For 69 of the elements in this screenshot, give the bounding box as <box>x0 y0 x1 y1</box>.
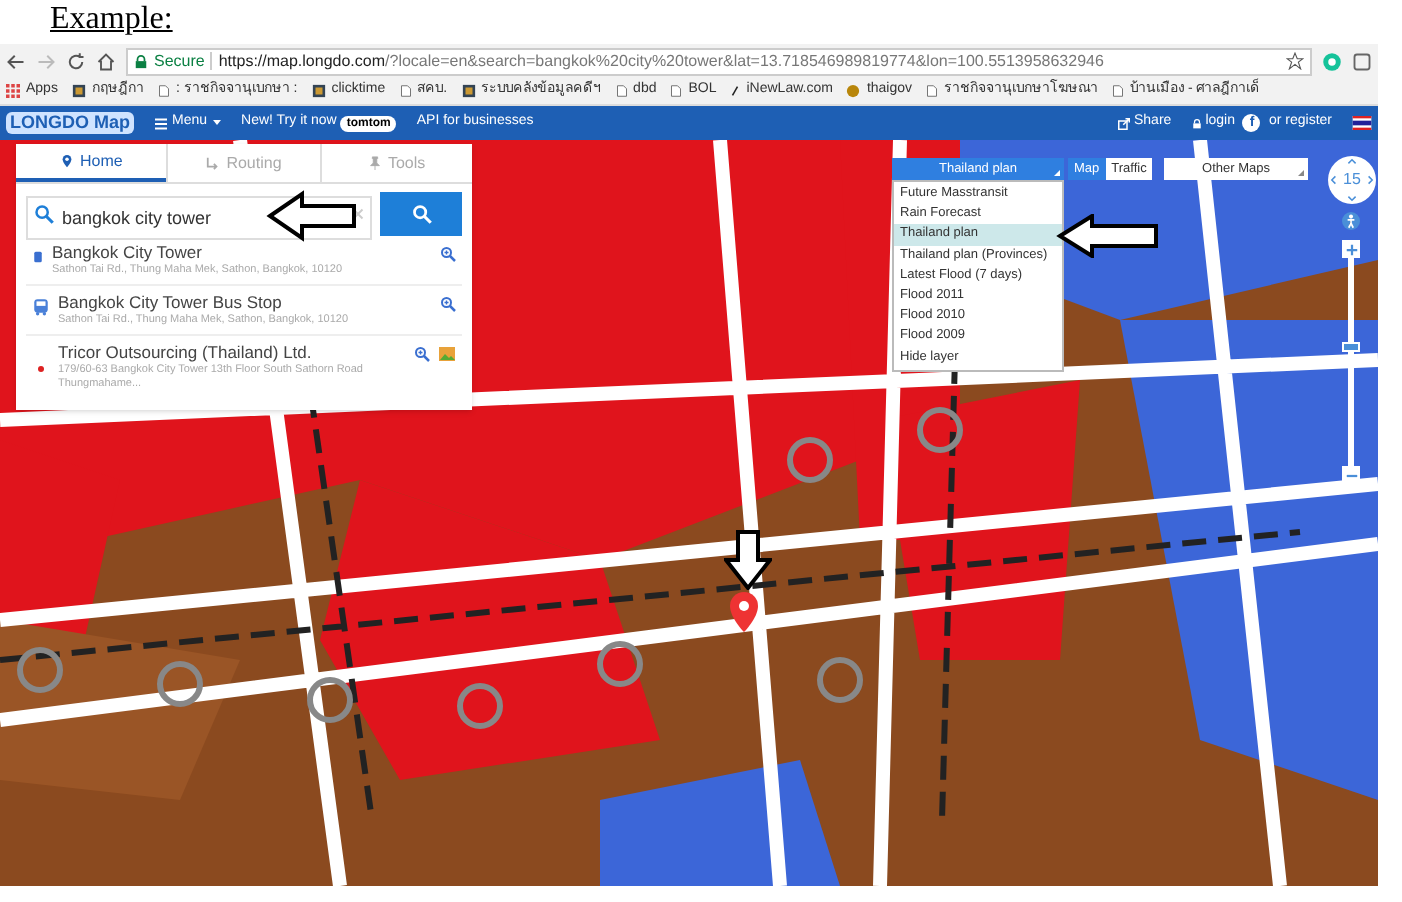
down-arrow-icon <box>724 530 772 590</box>
site-logo-icon <box>71 84 86 98</box>
apps-grid-icon <box>6 84 20 98</box>
lock-icon <box>134 53 148 69</box>
zoom-in-button[interactable] <box>1342 240 1360 258</box>
chevron-down-icon <box>1346 196 1358 202</box>
site-logo[interactable]: LONGDO Map <box>6 112 134 134</box>
circle-outline <box>917 407 963 453</box>
menu-icon <box>154 117 168 129</box>
flag-icon[interactable] <box>1352 116 1372 130</box>
page-icon <box>670 84 683 98</box>
caret-icon <box>211 119 222 127</box>
chevron-right-icon <box>1368 174 1374 186</box>
slider-thumb[interactable] <box>1342 341 1360 352</box>
plus-icon <box>1345 243 1357 255</box>
search-icon <box>34 204 54 224</box>
page-icon <box>926 84 939 98</box>
circle-outline <box>787 437 833 483</box>
circle-outline <box>817 657 863 703</box>
left-arrow-icon <box>266 190 358 242</box>
address-field[interactable]: Secure https://map.longdo.com/?locale=en&search=bangkok%20city%20tower&lat=13.718546989819774&lon=100.5513958632946 <box>126 47 1312 75</box>
slash-icon <box>730 84 741 98</box>
chevron-left-icon <box>1330 174 1336 186</box>
circle-outline <box>157 661 203 707</box>
dot-icon <box>38 366 44 372</box>
site-logo-icon <box>311 84 326 98</box>
zoom-slider[interactable] <box>1348 258 1354 466</box>
zoom-in-icon[interactable] <box>440 296 456 312</box>
building-icon <box>32 248 44 266</box>
lock-icon <box>1191 117 1202 129</box>
chevron-up-icon <box>1346 158 1358 164</box>
page-icon <box>1112 84 1125 98</box>
page-icon <box>615 84 628 98</box>
panel-tab[interactable]: Home <box>16 144 167 182</box>
resize-corner-icon <box>1298 170 1304 176</box>
site-logo-icon <box>461 84 476 98</box>
pushpin-icon <box>367 156 382 170</box>
zoom-out-button[interactable] <box>1342 466 1360 484</box>
zoom-in-icon[interactable] <box>414 346 430 362</box>
page-icon <box>157 84 170 98</box>
location-pin-icon <box>59 154 74 168</box>
minus-icon <box>1345 469 1357 481</box>
search-button[interactable] <box>380 192 462 236</box>
page-icon <box>399 84 412 98</box>
circle-outline <box>17 647 63 693</box>
person-icon[interactable] <box>1342 212 1360 230</box>
zoom-in-icon[interactable] <box>440 246 456 262</box>
zoom-level-label: 15 <box>1343 168 1361 192</box>
route-arrow-icon <box>206 156 221 170</box>
circle-outline <box>307 677 353 723</box>
reload-icon[interactable] <box>66 51 86 71</box>
emblem-icon <box>846 84 861 98</box>
map-marker-icon <box>728 590 760 634</box>
result-title: Tricor Outsourcing (Thailand) Ltd. <box>58 342 314 364</box>
star-icon[interactable] <box>1286 52 1304 70</box>
back-icon[interactable] <box>6 51 26 71</box>
circle-outline <box>457 683 503 729</box>
secure-label: Secure <box>154 49 205 73</box>
share-icon <box>1118 117 1130 129</box>
page-heading: Example: <box>50 0 173 38</box>
bus-icon <box>32 298 50 316</box>
photo-icon[interactable] <box>438 346 456 362</box>
result-title: Bangkok City Tower Bus Stop <box>58 292 284 314</box>
resize-corner-icon <box>1054 170 1060 176</box>
search-icon <box>411 204 431 224</box>
home-icon[interactable] <box>96 51 116 71</box>
circle-outline <box>597 641 643 687</box>
url-text: https://map.longdo.com/?locale=en&search=bangkok%20city%20tower&lat=13.718546989819774&lon=100.5513958632946 <box>218 49 1104 73</box>
result-title: Bangkok City Tower <box>52 242 204 264</box>
